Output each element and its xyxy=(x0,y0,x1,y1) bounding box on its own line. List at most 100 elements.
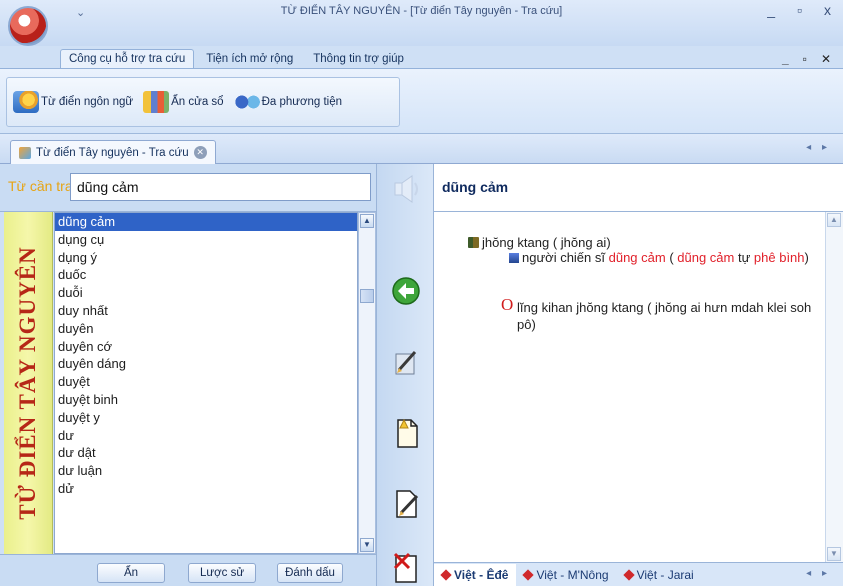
result-scrollbar[interactable]: ▲ ▼ xyxy=(825,212,843,562)
tab-viet-ede-label: Việt - Êđê xyxy=(454,567,509,582)
multimedia-label: Đa phương tiện xyxy=(261,96,343,108)
language-tabs: Việt - Êđê Việt - M'Nông Việt - Jarai ◂ … xyxy=(434,562,843,586)
tab-viet-jarai-label: Việt - Jarai xyxy=(636,567,694,582)
result-scroll-down-button[interactable]: ▼ xyxy=(827,547,841,561)
list-item[interactable]: duyệt xyxy=(55,373,357,391)
document-tab-label: Từ điển Tây nguyên - Tra cứu xyxy=(36,146,189,159)
banner-title: TỪ ĐIỂN TÂY NGUYÊN xyxy=(15,246,40,520)
highlighted-term: dũng cảm xyxy=(608,250,666,265)
history-button[interactable]: Lược sử xyxy=(188,563,256,583)
example-line: O lĭng kihan jhŏng ktang ( jhŏng ai hưn … xyxy=(501,295,821,333)
tab-tay-nguyen-lookup[interactable]: Từ điển Tây nguyên - Tra cứu ✕ xyxy=(10,140,216,164)
list-item[interactable]: dư luận xyxy=(55,462,357,480)
hide-window-icon xyxy=(143,91,170,113)
definition-fragment: ) xyxy=(804,250,809,265)
result-scroll-up-button[interactable]: ▲ xyxy=(827,213,841,227)
maximize-button[interactable]: ▫ xyxy=(797,2,802,18)
list-item[interactable]: duyệt binh xyxy=(55,391,357,409)
list-item[interactable]: duyên dáng xyxy=(55,355,357,373)
hide-window-button[interactable]: Ẩn cửa sổ xyxy=(143,91,224,113)
close-button[interactable]: x xyxy=(824,2,831,18)
window-title: TỪ ĐIỂN TÂY NGUYÊN - [Từ điển Tây nguyên… xyxy=(280,5,563,17)
multimedia-icon xyxy=(233,91,260,113)
list-item[interactable]: duyên cớ xyxy=(55,338,357,356)
list-item[interactable]: dụng cụ xyxy=(55,231,357,249)
tab-viet-mnong[interactable]: Việt - M'Nông xyxy=(516,564,616,586)
back-arrow-icon[interactable] xyxy=(389,274,423,308)
language-tab-scroll-arrows[interactable]: ◂ ▸ xyxy=(806,568,831,579)
search-label: Từ cần tra: xyxy=(8,178,77,194)
list-item[interactable]: duy nhất xyxy=(55,302,357,320)
search-bar: Từ cần tra: xyxy=(0,164,376,212)
definition-fragment: tự xyxy=(734,250,754,265)
highlighted-term: phê bình xyxy=(753,250,805,265)
list-item[interactable]: duyên xyxy=(55,320,357,338)
window-controls: _ ▫ x xyxy=(767,2,831,18)
list-item[interactable]: duyệt y xyxy=(55,409,357,427)
result-header: dũng cảm xyxy=(434,164,843,212)
tab-viet-jarai[interactable]: Việt - Jarai xyxy=(617,564,702,586)
dictionary-banner: TỪ ĐIỂN TÂY NGUYÊN xyxy=(4,212,53,554)
tab-scroll-arrows[interactable]: ◂ ▸ xyxy=(806,142,831,153)
edit-note-icon[interactable] xyxy=(389,486,423,520)
edit-icon[interactable] xyxy=(389,346,423,380)
definition-fragment: ( xyxy=(665,250,678,265)
definition-fragment: người chiến sĩ xyxy=(522,250,609,265)
mdi-controls: _ ▫ ✕ xyxy=(782,52,831,66)
scroll-up-button[interactable]: ▲ xyxy=(360,214,374,228)
tab-viet-ede[interactable]: Việt - Êđê xyxy=(434,563,517,586)
scroll-down-button[interactable]: ▼ xyxy=(360,538,374,552)
multimedia-button[interactable]: Đa phương tiện xyxy=(233,91,343,113)
example-mark: O xyxy=(501,295,514,314)
tab-help[interactable]: Thông tin trợ giúp xyxy=(305,50,412,68)
book-icon xyxy=(468,237,479,248)
tool-column xyxy=(376,164,434,586)
tab-lookup-tools[interactable]: Công cụ hỗ trợ tra cứu xyxy=(60,49,195,68)
language-diamond-icon xyxy=(622,568,635,581)
language-dictionary-button[interactable]: Từ điển ngôn ngữ xyxy=(13,91,133,113)
dictionary-tab-icon xyxy=(19,146,31,159)
hide-window-label: Ẩn cửa sổ xyxy=(171,96,224,108)
ribbon-tabs: Công cụ hỗ trợ tra cứu Tiện ích mở rộng … xyxy=(60,46,412,68)
mdi-restore-button[interactable]: ▫ xyxy=(803,52,807,66)
mdi-close-button[interactable]: ✕ xyxy=(821,52,831,66)
ribbon: Từ điển ngôn ngữ Ẩn cửa sổ Đa phương tiệ… xyxy=(0,68,843,134)
headword: dũng cảm xyxy=(442,179,509,195)
ribbon-group: Từ điển ngôn ngữ Ẩn cửa sổ Đa phương tiệ… xyxy=(6,77,400,127)
mdi-minimize-button[interactable]: _ xyxy=(782,52,789,66)
minimize-button[interactable]: _ xyxy=(767,2,775,18)
list-item[interactable]: duỗi xyxy=(55,284,357,302)
tab-extensions[interactable]: Tiện ích mở rộng xyxy=(198,50,301,68)
dictionary-icon xyxy=(13,91,39,113)
definition-line: người chiến sĩ dũng cảm ( dũng cảm tự ph… xyxy=(509,249,821,266)
language-dictionary-label: Từ điển ngôn ngữ xyxy=(41,96,134,108)
add-note-icon[interactable] xyxy=(389,416,423,450)
delete-note-icon[interactable] xyxy=(389,550,423,584)
close-tab-icon[interactable]: ✕ xyxy=(193,146,207,159)
result-content: jhŏng ktang ( jhŏng ai) người chiến sĩ d… xyxy=(434,212,825,562)
speaker-icon[interactable] xyxy=(392,172,422,206)
definition-text: người chiến sĩ dũng cảm ( dũng cảm tự ph… xyxy=(522,250,809,265)
language-diamond-icon xyxy=(440,568,452,581)
list-item[interactable]: dử xyxy=(55,480,357,498)
hide-button[interactable]: Ẩn xyxy=(97,563,165,583)
example-text: lĭng kihan jhŏng ktang ( jhŏng ai hưn md… xyxy=(517,300,812,332)
scroll-thumb[interactable] xyxy=(360,289,374,303)
list-item[interactable]: dụng ý xyxy=(55,249,357,267)
highlighted-term: dũng cảm xyxy=(677,250,735,265)
definition-bullet-icon xyxy=(509,253,519,263)
word-list-scrollbar[interactable]: ▲ ▼ xyxy=(358,212,376,554)
word-list[interactable]: dũng cảm dụng cụ dụng ý duốc duỗi duy nhất duy… xyxy=(54,212,358,554)
language-diamond-icon xyxy=(522,568,535,581)
list-item[interactable]: dư dật xyxy=(55,444,357,462)
title-bar: ⌄ TỪ ĐIỂN TÂY NGUYÊN - [Từ điển Tây nguy… xyxy=(0,0,843,46)
list-item[interactable]: dũng cảm xyxy=(55,213,357,231)
list-item[interactable]: duốc xyxy=(55,266,357,284)
search-input[interactable] xyxy=(70,173,371,201)
tab-viet-mnong-label: Việt - M'Nông xyxy=(536,567,609,582)
list-item[interactable]: dư xyxy=(55,427,357,445)
app-orb-icon[interactable] xyxy=(8,6,48,46)
left-button-bar: Ẩn Lược sử Đánh dấu xyxy=(0,554,376,586)
document-tab-strip: Từ điển Tây nguyên - Tra cứu ✕ ◂ ▸ xyxy=(0,134,843,164)
bookmark-button[interactable]: Đánh dấu xyxy=(277,563,343,583)
